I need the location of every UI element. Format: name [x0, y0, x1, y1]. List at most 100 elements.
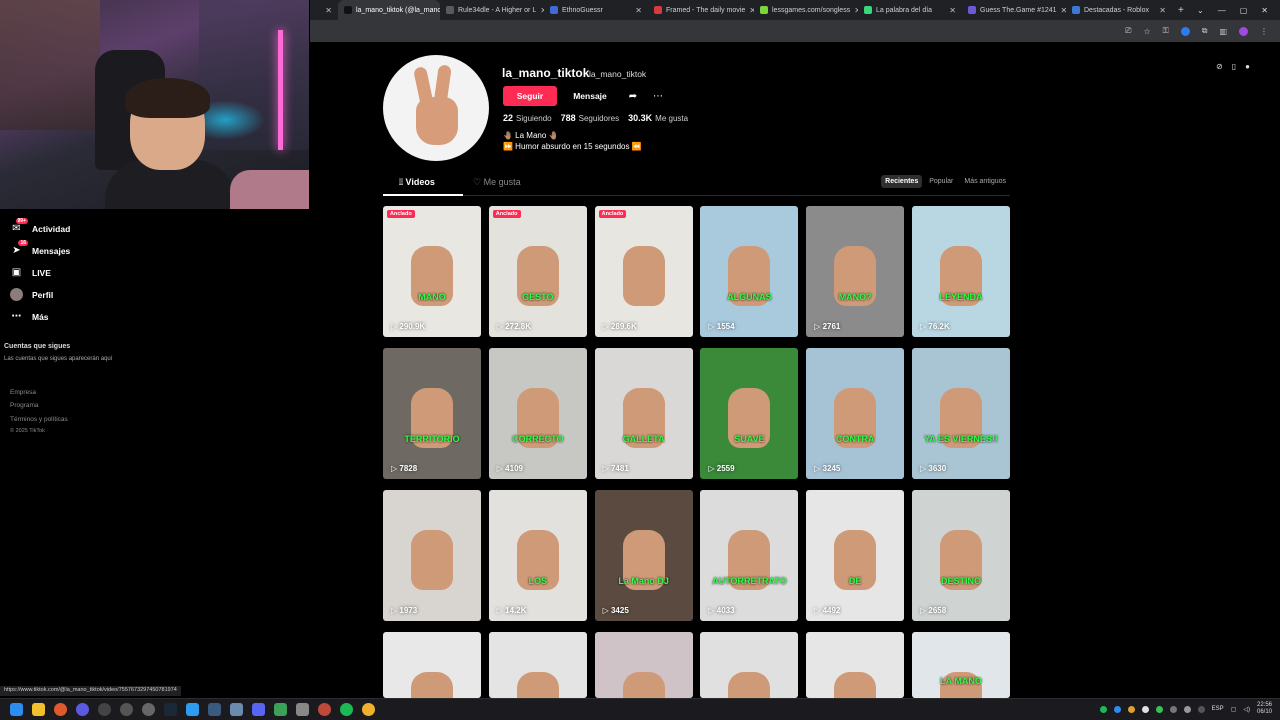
- volume-icon[interactable]: ◁): [1243, 706, 1250, 713]
- tab-liked[interactable]: ♡ Me gusta: [473, 177, 521, 188]
- file-explorer-icon[interactable]: [32, 703, 45, 716]
- video-card[interactable]: ALGUNAS ▷ 1554: [700, 206, 799, 337]
- steam-icon[interactable]: [164, 703, 177, 716]
- browser-tab[interactable]: Rule34dle - A Higher or L ✕: [440, 0, 544, 20]
- network-icon[interactable]: ▢: [1231, 706, 1237, 713]
- sort-popular[interactable]: Popular: [925, 175, 957, 188]
- search-icon[interactable]: [54, 703, 67, 716]
- app-icon[interactable]: [76, 703, 89, 716]
- close-icon[interactable]: ✕: [1159, 6, 1166, 15]
- video-card[interactable]: DE ▷ 4492: [806, 490, 905, 621]
- extensions-puzzle-icon[interactable]: ⧉: [1202, 26, 1208, 36]
- follow-button[interactable]: Seguir: [503, 86, 557, 106]
- profile-avatar[interactable]: [383, 55, 489, 161]
- app-icon[interactable]: [296, 703, 309, 716]
- close-window-button[interactable]: ✕: [1261, 6, 1268, 15]
- browser-tab-prev[interactable]: ✕: [310, 0, 338, 20]
- video-card[interactable]: YA ES VIERNES!! ▷ 3630: [912, 348, 1010, 479]
- app-icon[interactable]: [142, 703, 155, 716]
- video-card[interactable]: LEYENDA ▷ 76.2K: [912, 206, 1010, 337]
- clock[interactable]: 22:56 06/10: [1257, 702, 1272, 716]
- tray-icon[interactable]: [1099, 705, 1107, 713]
- user-avatar-icon[interactable]: ●: [1245, 62, 1250, 71]
- close-icon[interactable]: ✕: [949, 6, 956, 15]
- minimize-button[interactable]: —: [1218, 6, 1226, 15]
- video-card[interactable]: La Mano DJ ▷ 3425: [594, 490, 693, 621]
- browser-tab[interactable]: La palabra del día ✕: [858, 0, 962, 20]
- video-card[interactable]: CORRECTO ▷ 4109: [488, 348, 587, 479]
- device-icon[interactable]: ▯: [1232, 62, 1236, 71]
- bookmark-star-icon[interactable]: ☆: [1143, 27, 1150, 36]
- stat-followers[interactable]: 788 Seguidores: [561, 113, 620, 123]
- coin-icon[interactable]: ⊘: [1216, 62, 1223, 71]
- tab-search-icon[interactable]: ⌄: [1197, 6, 1204, 15]
- video-card[interactable]: LOS ▷ 14.2K: [488, 490, 587, 621]
- footer-link-terms[interactable]: Términos y políticas: [10, 416, 68, 423]
- app-icon[interactable]: [230, 703, 243, 716]
- sort-recent[interactable]: Recientes: [881, 175, 923, 188]
- video-card[interactable]: [806, 632, 905, 698]
- browser-tab[interactable]: Framed - The daily movie ✕: [648, 0, 754, 20]
- browser-tab[interactable]: la_mano_tiktok (@la_mano✕: [338, 0, 440, 20]
- app-icon[interactable]: [208, 703, 221, 716]
- tray-icon[interactable]: [1183, 705, 1191, 713]
- video-card[interactable]: ▷ 1973: [383, 490, 481, 621]
- video-card[interactable]: LA MANO: [912, 632, 1010, 698]
- tray-icon[interactable]: [1155, 705, 1163, 713]
- video-card[interactable]: AUTORRETRATO ▷ 4033: [700, 490, 799, 621]
- video-card[interactable]: [383, 632, 481, 698]
- video-card[interactable]: CONTRA ▷ 3245: [806, 348, 905, 479]
- app-icon[interactable]: [120, 703, 133, 716]
- tray-icon[interactable]: [1127, 705, 1135, 713]
- stat-following[interactable]: 22 Siguiendo: [503, 113, 552, 123]
- nav-item-profile[interactable]: Perfil: [10, 288, 53, 301]
- browser-tab[interactable]: Guess The.Game #1241 ✕: [962, 0, 1066, 20]
- chrome-icon[interactable]: [362, 703, 375, 716]
- video-card[interactable]: DESTINO ▷ 2658: [912, 490, 1010, 621]
- tray-icon[interactable]: [1113, 705, 1121, 713]
- footer-link-program[interactable]: Programa: [10, 402, 39, 409]
- close-icon[interactable]: ✕: [635, 6, 642, 15]
- tab-videos[interactable]: ⦙⦙ Videos: [399, 177, 435, 188]
- video-card[interactable]: SUAVE ▷ 2559: [700, 348, 799, 479]
- tray-icon[interactable]: [1141, 705, 1149, 713]
- nav-item-activity[interactable]: ✉ 99+ Actividad: [10, 218, 70, 235]
- close-icon[interactable]: ✕: [325, 6, 332, 15]
- message-button[interactable]: Mensaje: [566, 86, 614, 106]
- tray-icon[interactable]: [1169, 705, 1177, 713]
- share-icon[interactable]: ➦: [625, 86, 641, 106]
- video-card[interactable]: Anclado GESTO ▷ 272.8K: [488, 206, 587, 337]
- video-card[interactable]: MANO? ▷ 2761: [806, 206, 905, 337]
- browser-tab[interactable]: EthnoGuessr ✕: [544, 0, 648, 20]
- video-card[interactable]: [488, 632, 587, 698]
- extension-blue-icon[interactable]: [1180, 26, 1190, 36]
- app-icon[interactable]: [98, 703, 111, 716]
- nav-item-more[interactable]: ⋯ Más: [10, 310, 49, 323]
- extension-icon[interactable]: ⚿: [1163, 26, 1169, 36]
- discord-icon[interactable]: [252, 703, 265, 716]
- tray-icon[interactable]: [1197, 705, 1205, 713]
- app-icon[interactable]: [186, 703, 199, 716]
- sidepanel-icon[interactable]: ▥: [1219, 27, 1227, 36]
- footer-link-company[interactable]: Empresa: [10, 389, 36, 396]
- browser-tab[interactable]: lessgames.com/songless ✕: [754, 0, 858, 20]
- profile-icon[interactable]: [1239, 26, 1248, 36]
- spotify-icon[interactable]: [340, 703, 353, 716]
- sort-oldest[interactable]: Más antiguos: [960, 175, 1010, 188]
- start-icon[interactable]: [10, 703, 23, 716]
- video-card[interactable]: TERRITORIO ▷ 7828: [383, 348, 481, 479]
- video-card[interactable]: GALLETA ▷ 7481: [594, 348, 693, 479]
- nav-item-messages[interactable]: ➤ 16 Mensajes: [10, 240, 70, 257]
- app-icon[interactable]: [318, 703, 331, 716]
- app-icon[interactable]: [274, 703, 287, 716]
- video-card[interactable]: Anclado ▷ 289.6K: [594, 206, 693, 337]
- video-card[interactable]: Anclado MANO ▷ 290.9K: [383, 206, 481, 337]
- video-card[interactable]: [594, 632, 693, 698]
- menu-kebab-icon[interactable]: ⋮: [1260, 27, 1268, 36]
- maximize-button[interactable]: ▢: [1240, 6, 1248, 15]
- video-card[interactable]: [700, 632, 799, 698]
- more-options-icon[interactable]: ⋯: [650, 86, 666, 106]
- new-tab-button[interactable]: +: [1172, 0, 1190, 20]
- browser-tab[interactable]: Destacadas - Roblox ✕: [1066, 0, 1172, 20]
- install-icon[interactable]: ⎚: [1125, 26, 1131, 36]
